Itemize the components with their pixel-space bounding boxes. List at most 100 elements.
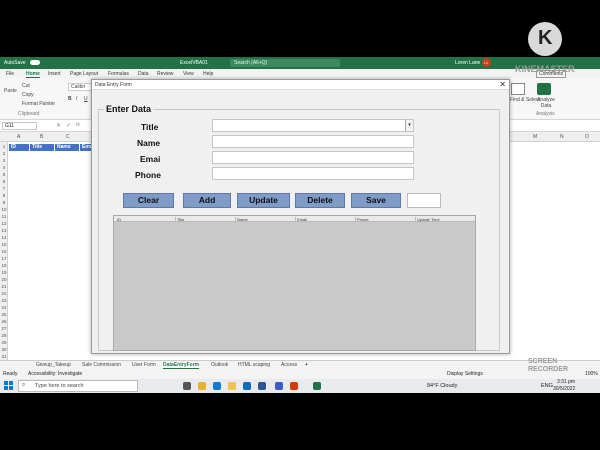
table-header-cell[interactable]: Title	[30, 144, 54, 151]
row-header[interactable]: 23	[0, 298, 8, 303]
phone-field[interactable]	[212, 167, 414, 180]
row-header[interactable]: 18	[0, 263, 8, 268]
store-icon[interactable]	[243, 382, 251, 390]
tab-formulas[interactable]: Formulas	[108, 71, 129, 77]
chrome-icon[interactable]	[198, 382, 206, 390]
tab-insert[interactable]: Insert	[48, 71, 61, 77]
add-sheet-icon[interactable]: +	[305, 362, 308, 368]
autosave-toggle[interactable]	[30, 60, 40, 65]
clear-button[interactable]: Clear	[123, 193, 174, 208]
clock-date[interactable]: 30/5/2022	[553, 386, 575, 392]
cut-button[interactable]: Cut	[22, 83, 30, 89]
enter-formula-icon[interactable]: ✓	[66, 122, 71, 129]
weather-widget[interactable]: 84°F Cloudy	[427, 383, 457, 389]
row-header[interactable]: 27	[0, 326, 8, 331]
name-box[interactable]: G11	[2, 122, 37, 130]
row-header[interactable]: 17	[0, 256, 8, 261]
sheet-tab[interactable]: HTML scaping	[238, 362, 270, 368]
table-header-cell[interactable]: ID	[9, 144, 29, 151]
column-header[interactable]: A	[17, 134, 20, 140]
sheet-tab[interactable]: Giveup_Takeup	[36, 362, 71, 368]
row-header[interactable]: 10	[0, 207, 8, 212]
chevron-down-icon[interactable]: ▾	[405, 120, 413, 131]
task-view-icon[interactable]	[183, 382, 191, 390]
add-button[interactable]: Add	[183, 193, 231, 208]
tab-home[interactable]: Home	[26, 71, 40, 78]
column-header[interactable]: C	[66, 134, 70, 140]
clock-time[interactable]: 3:31 pm	[557, 379, 575, 385]
tab-data[interactable]: Data	[138, 71, 149, 77]
row-header[interactable]: 19	[0, 270, 8, 275]
row-header[interactable]: 1	[0, 144, 8, 149]
row-header[interactable]: 24	[0, 305, 8, 310]
row-header[interactable]: 21	[0, 284, 8, 289]
tab-view[interactable]: View	[183, 71, 194, 77]
file-explorer-icon[interactable]	[228, 382, 236, 390]
status-accessibility[interactable]: Accessibility: Investigate	[28, 371, 82, 377]
row-header[interactable]: 11	[0, 214, 8, 219]
outlook-icon[interactable]	[258, 382, 266, 390]
analyze-data-button[interactable]: Analyze Data	[534, 97, 558, 109]
tab-review[interactable]: Review	[157, 71, 173, 77]
email-field[interactable]	[212, 151, 414, 164]
table-header-cell[interactable]: Name	[55, 144, 79, 151]
column-header[interactable]: M	[533, 134, 537, 140]
record-id-box[interactable]	[407, 193, 441, 208]
row-header[interactable]: 7	[0, 186, 8, 191]
tab-file[interactable]: File	[6, 71, 14, 77]
name-field[interactable]	[212, 135, 414, 148]
row-header[interactable]: 12	[0, 221, 8, 226]
row-header[interactable]: 29	[0, 340, 8, 345]
copy-button[interactable]: Copy	[22, 92, 34, 98]
tab-help[interactable]: Help	[203, 71, 213, 77]
row-header[interactable]: 6	[0, 179, 8, 184]
language-indicator[interactable]: ENG	[541, 383, 553, 389]
row-header[interactable]: 15	[0, 242, 8, 247]
column-header[interactable]: B	[40, 134, 43, 140]
delete-button[interactable]: Delete	[295, 193, 345, 208]
row-header[interactable]: 31	[0, 354, 8, 359]
row-header[interactable]: 16	[0, 249, 8, 254]
excel-icon[interactable]	[313, 382, 321, 390]
tab-page-layout[interactable]: Page Layout	[70, 71, 98, 77]
excel-search-input[interactable]: Search (Alt+Q)	[230, 59, 340, 67]
powerpoint-icon[interactable]	[290, 382, 298, 390]
sheet-tab-active[interactable]: DataEntryForm	[163, 362, 200, 369]
title-combobox[interactable]: ▾	[212, 119, 414, 132]
cancel-formula-icon[interactable]: ✕	[56, 122, 61, 129]
sheet-tab[interactable]: Access	[281, 362, 297, 368]
insert-function-icon[interactable]: fx	[76, 122, 80, 128]
italic-button[interactable]: I	[76, 96, 77, 102]
row-header[interactable]: 30	[0, 347, 8, 352]
close-icon[interactable]: ✕	[499, 80, 506, 90]
row-header[interactable]: 14	[0, 235, 8, 240]
bold-button[interactable]: B	[68, 96, 72, 102]
format-painter-button[interactable]: Format Painter	[22, 101, 55, 107]
taskbar-search-input[interactable]: Type here to search	[18, 380, 138, 392]
row-header[interactable]: 26	[0, 319, 8, 324]
sheet-tab[interactable]: User Form	[132, 362, 156, 368]
column-header[interactable]: O	[585, 134, 589, 140]
save-button[interactable]: Save	[351, 193, 401, 208]
row-header[interactable]: 9	[0, 200, 8, 205]
records-listbox[interactable]: ID Title Name Email Phone Update Time	[113, 215, 476, 351]
row-header[interactable]: 8	[0, 193, 8, 198]
update-button[interactable]: Update	[237, 193, 290, 208]
row-header[interactable]: 22	[0, 291, 8, 296]
row-header[interactable]: 3	[0, 158, 8, 163]
row-header[interactable]: 13	[0, 228, 8, 233]
display-settings-button[interactable]: Display Settings	[447, 371, 483, 377]
row-header[interactable]: 4	[0, 165, 8, 170]
row-header[interactable]: 5	[0, 172, 8, 177]
sheet-tab[interactable]: Sale Commission	[82, 362, 121, 368]
column-header[interactable]: N	[560, 134, 564, 140]
windows-start-icon[interactable]	[4, 381, 13, 390]
row-header[interactable]: 25	[0, 312, 8, 317]
edge-icon[interactable]	[213, 382, 221, 390]
paste-button[interactable]: Paste	[4, 88, 17, 94]
sheet-tab[interactable]: Outlook	[211, 362, 228, 368]
row-header[interactable]: 28	[0, 333, 8, 338]
row-header[interactable]: 20	[0, 277, 8, 282]
row-header[interactable]: 2	[0, 151, 8, 156]
app-icon[interactable]	[275, 382, 283, 390]
